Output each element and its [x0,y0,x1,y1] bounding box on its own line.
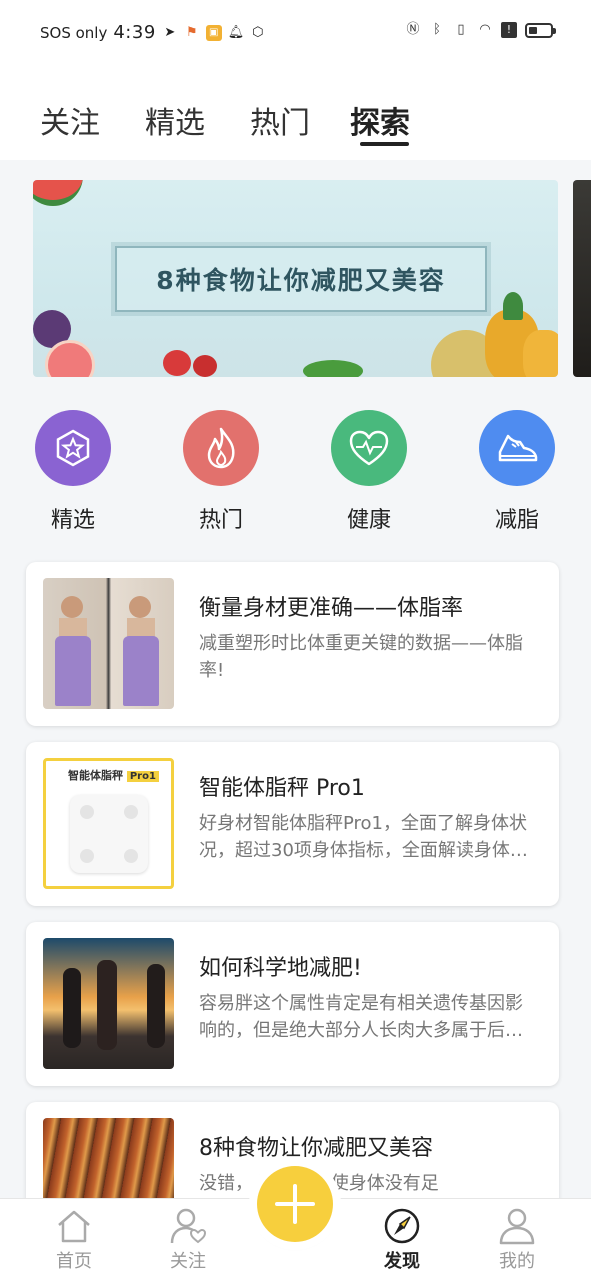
nav-label: 我的 [499,1251,535,1272]
article-description: 没错， 减肥，致使身体没有足 [199,1173,439,1194]
sneaker-icon [479,410,555,486]
tab-explore[interactable]: 探索 [350,98,410,142]
bluetooth-icon: ᛒ [433,22,441,37]
status-bar: SOS only 4:39 ➤ ⚑ ▣ 🔔︎ ⬡ Ⓝ ᛒ ▯ ◠ ! [0,0,591,64]
app-notification-icon: ▣ [205,24,222,41]
strawberry-decoration [163,350,191,376]
category-health[interactable]: 健康 [324,410,414,534]
clock: 4:39 [113,22,156,43]
article-card[interactable]: 衡量身材更准确——体脂率 减重塑形时比体重更关键的数据——体脂率! [26,562,559,726]
tab-hot[interactable]: 热门 [250,98,310,142]
article-thumbnail: 智能体脂秤 Pro1 [43,758,174,889]
add-post-button[interactable] [257,1166,333,1242]
nav-label: 发现 [384,1251,420,1272]
category-featured[interactable]: 精选 [28,410,118,534]
status-left: SOS only 4:39 ➤ ⚑ ▣ 🔔︎ ⬡ [40,22,266,43]
home-icon [58,1210,90,1243]
article-title: 衡量身材更准确——体脂率 [199,596,464,621]
runner-silhouette [63,968,81,1048]
runner-silhouette [97,960,117,1050]
person-torso [59,618,87,638]
person-head [61,596,83,618]
nfc-icon: Ⓝ [406,22,420,37]
article-description: 减重塑形时比体重更关键的数据——体脂率! [199,633,523,681]
article-title: 智能体脂秤 Pro1 [199,776,365,801]
carrier-text: SOS only [40,23,108,42]
active-tab-indicator [360,142,409,146]
nav-me[interactable]: 我的 [477,1207,557,1273]
person-leggings [55,636,91,706]
nav-label: 关注 [170,1251,206,1272]
vibrate-icon: ▯ [457,22,465,37]
article-title: 如何科学地减肥! [199,956,362,981]
grapefruit-decoration [45,340,95,377]
telegram-icon: ➤ [164,24,176,40]
banner[interactable]: 8种食物让你减肥又美容 [33,180,558,377]
person-leggings [123,636,159,706]
thumbnail-title: 智能体脂秤 Pro1 [68,767,159,783]
article-card[interactable]: 如何科学地减肥! 容易胖这个属性肯定是有相关遗传基因影响的，但是绝大部分人长肉大… [26,922,559,1086]
article-thumbnail [43,938,174,1069]
category-fat-loss[interactable]: 减脂 [472,410,562,534]
person-head [129,596,151,618]
article-card[interactable]: 智能体脂秤 Pro1 智能体脂秤 Pro1 好身材智能体脂秤Pro1，全面了解身… [26,742,559,906]
article-description: 好身材智能体脂秤Pro1，全面了解身体状况，超过30项身体指标，全面解读身体数据 [199,813,528,861]
star-hexagon-icon [35,410,111,486]
plus-icon [275,1184,315,1224]
nav-follow[interactable]: 关注 [148,1207,228,1273]
wifi-icon: ◠ [479,22,491,37]
category-hot[interactable]: 热门 [176,410,266,534]
leaf-decoration [303,360,363,377]
article-description: 容易胖这个属性肯定是有相关遗传基因影响的，但是绝大部分人长肉大多属于后天原因 [199,993,523,1041]
nav-label: 首页 [56,1251,92,1272]
nav-discover[interactable]: 发现 [362,1207,442,1273]
scale-image [70,795,148,873]
category-label: 热门 [198,508,243,533]
profile-icon [499,1208,535,1245]
category-label: 精选 [50,508,95,533]
heart-pulse-icon [331,410,407,486]
bell-icon: 🔔︎ [227,24,245,40]
top-tabs: 关注 精选 热门 探索 [0,64,591,160]
runner-silhouette [147,964,165,1048]
article-thumbnail [43,578,174,709]
banner-title: 8种食物让你减肥又美容 [156,266,446,295]
watermelon-decoration [33,180,83,206]
pineapple-leaves-decoration [503,292,523,320]
thumbnail-title-text: 智能体脂秤 [68,769,123,782]
banner-title-box: 8种食物让你减肥又美容 [115,246,487,312]
user-heart-icon [170,1208,207,1244]
status-right: Ⓝ ᛒ ▯ ◠ ! [405,22,556,38]
category-label: 减脂 [494,508,539,533]
alert-icon: ! [501,22,517,38]
nav-home[interactable]: 首页 [34,1207,114,1273]
category-label: 健康 [346,508,391,533]
cube-icon: ⬡ [252,24,264,40]
tab-follow[interactable]: 关注 [40,98,100,142]
battery-icon [525,22,556,38]
fitness-app-icon: ⚑ [185,24,198,40]
compass-icon [384,1208,420,1244]
pineapple-decoration [523,330,558,377]
next-banner-peek[interactable] [573,180,591,377]
category-row: 精选 热门 健康 减脂 [0,400,591,540]
person-torso [127,618,155,638]
strawberry-decoration [193,355,217,377]
tab-featured[interactable]: 精选 [145,98,205,142]
thumbnail-badge: Pro1 [126,771,159,782]
article-title: 8种食物让你减肥又美容 [199,1136,433,1161]
flame-icon [183,410,259,486]
